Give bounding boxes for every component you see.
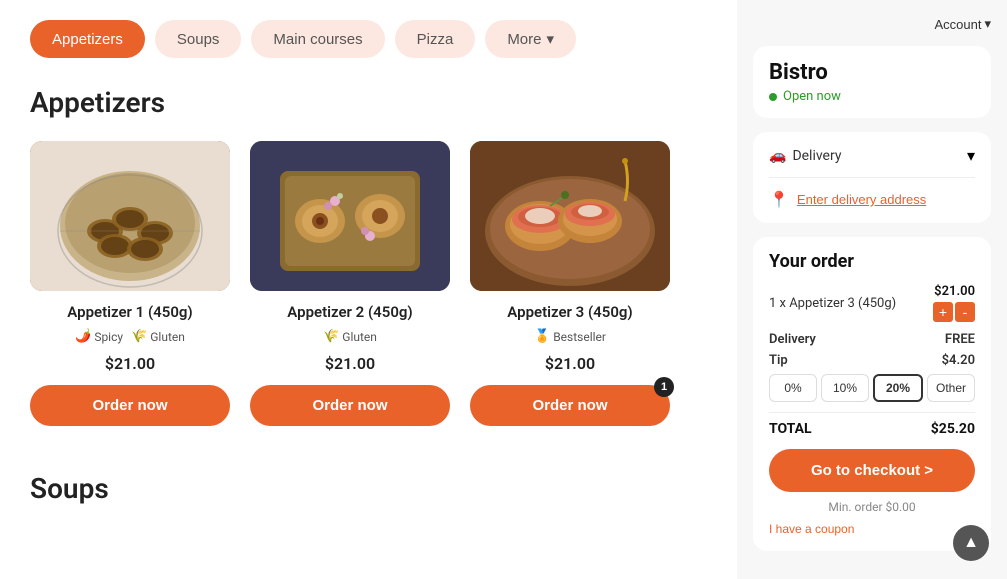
tip-label: Tip [769, 353, 788, 368]
status-dot-icon [769, 93, 777, 101]
product-image-1 [30, 141, 230, 291]
delivery-address-row: 📍 Enter delivery address [769, 190, 975, 209]
tip-20-btn[interactable]: 20% [873, 374, 923, 402]
open-status: Open now [769, 89, 975, 104]
tag-gluten-2: 🌾 Gluten [323, 329, 377, 344]
account-button[interactable]: Account ▾ [934, 16, 991, 32]
tab-main-courses[interactable]: Main courses [251, 20, 384, 58]
tag-gluten: 🌾 Gluten [131, 329, 185, 344]
product-name-2: Appetizer 2 (450g) [250, 303, 450, 321]
product-name-3: Appetizer 3 (450g) [470, 303, 670, 321]
order-item-row: 1 x Appetizer 3 (450g) $21.00 + - [769, 284, 975, 322]
order-item-name: 1 x Appetizer 3 (450g) [769, 296, 896, 311]
product-price-2: $21.00 [250, 354, 450, 373]
delivery-address-button[interactable]: Enter delivery address [797, 192, 926, 207]
delivery-fee-value: FREE [945, 332, 975, 347]
tab-appetizers[interactable]: Appetizers [30, 20, 145, 58]
delivery-type-row: 🚗 Delivery ▾ [769, 146, 975, 165]
tab-more[interactable]: More ▾ [485, 20, 576, 58]
sidebar: Account ▾ Bistro Open now 🚗 Delivery ▾ [737, 0, 1007, 579]
spicy-icon: 🌶️ [75, 329, 91, 344]
total-value: $25.20 [931, 421, 975, 437]
product-price-3: $21.00 [470, 354, 670, 373]
product-image-2 [250, 141, 450, 291]
car-icon: 🚗 [769, 148, 786, 164]
total-row: TOTAL $25.20 [769, 412, 975, 437]
tip-options: 0% 10% 20% Other [769, 374, 975, 402]
scroll-up-button[interactable]: ▲ [953, 525, 989, 561]
order-button-1[interactable]: Order now [30, 385, 230, 426]
tip-value: $4.20 [942, 353, 975, 368]
delivery-type: 🚗 Delivery [769, 148, 959, 164]
product-tags-1: 🌶️ Spicy 🌾 Gluten [30, 329, 230, 344]
bistro-name: Bistro [769, 60, 975, 85]
min-order-text: Min. order $0.00 [769, 500, 975, 514]
qty-decrease-btn[interactable]: - [955, 302, 975, 322]
product-card-1: Appetizer 1 (450g) 🌶️ Spicy 🌾 Gluten $21… [30, 141, 230, 436]
tip-0-btn[interactable]: 0% [769, 374, 817, 402]
order-card: Your order 1 x Appetizer 3 (450g) $21.00… [753, 237, 991, 551]
qty-controls: + - [933, 302, 975, 322]
chevron-up-icon: ▲ [963, 534, 979, 552]
order-button-2[interactable]: Order now [250, 385, 450, 426]
account-chevron-icon: ▾ [984, 16, 991, 32]
section-title-soups: Soups [30, 472, 707, 505]
location-icon: 📍 [769, 190, 789, 209]
total-label: TOTAL [769, 421, 812, 437]
delivery-fee-label: Delivery [769, 332, 816, 347]
tip-10-btn[interactable]: 10% [821, 374, 869, 402]
product-image-3 [470, 141, 670, 291]
product-tags-2: 🌾 Gluten [250, 329, 450, 344]
coupon-link[interactable]: I have a coupon [769, 522, 854, 536]
tag-bestseller: 🏅 Bestseller [534, 329, 606, 344]
gluten-icon-2: 🌾 [323, 329, 339, 344]
qty-increase-btn[interactable]: + [933, 302, 953, 322]
product-card-3: Appetizer 3 (450g) 🏅 Bestseller $21.00 O… [470, 141, 670, 436]
order-title: Your order [769, 251, 975, 272]
checkout-button[interactable]: Go to checkout > [769, 449, 975, 492]
order-item-price: $21.00 [934, 284, 975, 299]
bistro-card: Bistro Open now [753, 46, 991, 118]
gluten-icon: 🌾 [131, 329, 147, 344]
product-tags-3: 🏅 Bestseller [470, 329, 670, 344]
chevron-down-icon: ▾ [547, 30, 555, 48]
section-title-appetizers: Appetizers [30, 86, 707, 119]
product-price-1: $21.00 [30, 354, 230, 373]
category-nav: Appetizers Soups Main courses Pizza More… [30, 20, 707, 58]
divider [769, 177, 975, 178]
delivery-card: 🚗 Delivery ▾ 📍 Enter delivery address [753, 132, 991, 223]
order-badge-3: 1 [654, 377, 674, 397]
delivery-chevron-icon: ▾ [967, 146, 975, 165]
tag-spicy: 🌶️ Spicy [75, 329, 123, 344]
tip-other-btn[interactable]: Other [927, 374, 975, 402]
bestseller-icon: 🏅 [534, 329, 550, 344]
account-bar: Account ▾ [753, 16, 991, 32]
product-card-2: Appetizer 2 (450g) 🌾 Gluten $21.00 Order… [250, 141, 450, 436]
delivery-fee-row: Delivery FREE [769, 332, 975, 347]
tab-pizza[interactable]: Pizza [395, 20, 476, 58]
tab-soups[interactable]: Soups [155, 20, 242, 58]
tip-row: Tip $4.20 [769, 353, 975, 368]
product-grid: Appetizer 1 (450g) 🌶️ Spicy 🌾 Gluten $21… [30, 141, 707, 436]
order-button-3[interactable]: Order now 1 [470, 385, 670, 426]
product-name-1: Appetizer 1 (450g) [30, 303, 230, 321]
